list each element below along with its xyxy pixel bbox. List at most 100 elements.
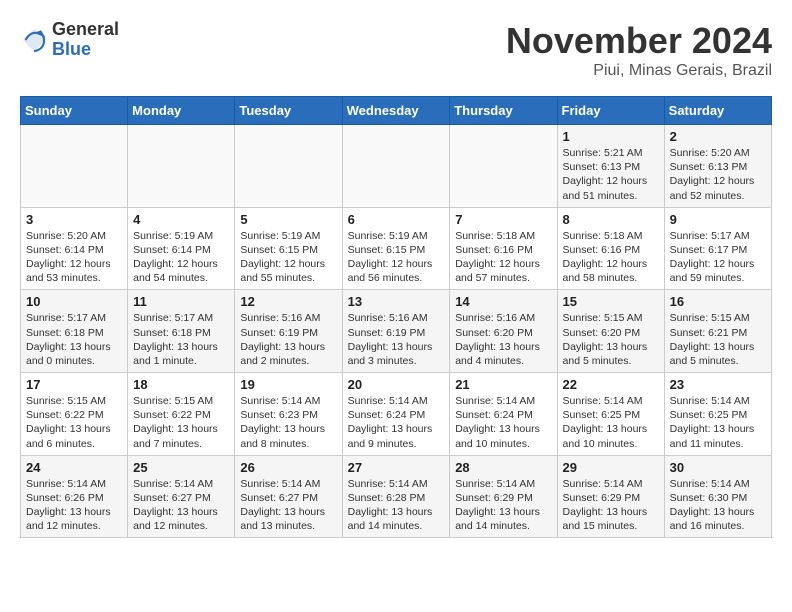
day-number: 25: [133, 460, 229, 475]
calendar-cell: 30 Sunrise: 5:14 AMSunset: 6:30 PMDayligh…: [664, 455, 771, 538]
day-number: 3: [26, 212, 122, 227]
calendar-cell: 16 Sunrise: 5:15 AMSunset: 6:21 PMDayligh…: [664, 290, 771, 373]
day-number: 9: [670, 212, 766, 227]
calendar-cell: [128, 125, 235, 208]
calendar-week-row: 17 Sunrise: 5:15 AMSunset: 6:22 PMDayligh…: [21, 373, 772, 456]
calendar-cell: 6Sunrise: 5:19 AMSunset: 6:15 PMDaylight…: [342, 207, 450, 290]
day-info: Sunrise: 5:14 AMSunset: 6:26 PMDaylight:…: [26, 477, 122, 534]
logo-icon: [20, 26, 48, 54]
calendar-cell: 29 Sunrise: 5:14 AMSunset: 6:29 PMDayligh…: [557, 455, 664, 538]
day-number: 23: [670, 377, 766, 392]
calendar-week-row: 10 Sunrise: 5:17 AMSunset: 6:18 PMDayligh…: [21, 290, 772, 373]
day-info: Sunrise: 5:15 AMSunset: 6:21 PMDaylight:…: [670, 311, 766, 368]
day-number: 18: [133, 377, 229, 392]
day-info: Sunrise: 5:14 AMSunset: 6:25 PMDaylight:…: [563, 394, 659, 451]
day-number: 7: [455, 212, 551, 227]
day-info: Sunrise: 5:18 AMSunset: 6:16 PMDaylight:…: [455, 229, 551, 286]
calendar-cell: 10 Sunrise: 5:17 AMSunset: 6:18 PMDayligh…: [21, 290, 128, 373]
day-number: 27: [348, 460, 445, 475]
day-info: Sunrise: 5:14 AMSunset: 6:25 PMDaylight:…: [670, 394, 766, 451]
day-info: Sunrise: 5:14 AMSunset: 6:27 PMDaylight:…: [133, 477, 229, 534]
calendar-cell: 2 Sunrise: 5:20 AMSunset: 6:13 PMDaylight…: [664, 125, 771, 208]
calendar-cell: 4 Sunrise: 5:19 AMSunset: 6:14 PMDaylight…: [128, 207, 235, 290]
calendar-cell: [21, 125, 128, 208]
day-number: 4: [133, 212, 229, 227]
weekday-header: Sunday: [21, 97, 128, 125]
day-number: 30: [670, 460, 766, 475]
logo-blue-text: Blue: [52, 40, 119, 60]
calendar-cell: [342, 125, 450, 208]
location: Piui, Minas Gerais, Brazil: [506, 62, 772, 80]
day-number: 12: [240, 294, 336, 309]
calendar-cell: 20Sunrise: 5:14 AMSunset: 6:24 PMDayligh…: [342, 373, 450, 456]
day-number: 1: [563, 129, 659, 144]
logo-text: General Blue: [52, 20, 119, 60]
day-info: Sunrise: 5:17 AMSunset: 6:18 PMDaylight:…: [133, 311, 229, 368]
day-number: 13: [348, 294, 445, 309]
day-info: Sunrise: 5:16 AMSunset: 6:20 PMDaylight:…: [455, 311, 551, 368]
calendar-cell: 22 Sunrise: 5:14 AMSunset: 6:25 PMDayligh…: [557, 373, 664, 456]
calendar-cell: [450, 125, 557, 208]
calendar-cell: 18 Sunrise: 5:15 AMSunset: 6:22 PMDayligh…: [128, 373, 235, 456]
day-number: 29: [563, 460, 659, 475]
weekday-header: Saturday: [664, 97, 771, 125]
calendar-cell: 1 Sunrise: 5:21 AMSunset: 6:13 PMDaylight…: [557, 125, 664, 208]
title-block: November 2024 Piui, Minas Gerais, Brazil: [506, 20, 772, 80]
calendar-cell: 21Sunrise: 5:14 AMSunset: 6:24 PMDayligh…: [450, 373, 557, 456]
day-info: Sunrise: 5:14 AMSunset: 6:23 PMDaylight:…: [240, 394, 336, 451]
day-number: 16: [670, 294, 766, 309]
calendar-cell: 12 Sunrise: 5:16 AMSunset: 6:19 PMDayligh…: [235, 290, 342, 373]
day-number: 22: [563, 377, 659, 392]
calendar-week-row: 3 Sunrise: 5:20 AMSunset: 6:14 PMDaylight…: [21, 207, 772, 290]
day-info: Sunrise: 5:17 AMSunset: 6:17 PMDaylight:…: [670, 229, 766, 286]
day-number: 21: [455, 377, 551, 392]
calendar-table: SundayMondayTuesdayWednesdayThursdayFrid…: [20, 96, 772, 538]
day-info: Sunrise: 5:15 AMSunset: 6:22 PMDaylight:…: [133, 394, 229, 451]
day-info: Sunrise: 5:14 AMSunset: 6:29 PMDaylight:…: [563, 477, 659, 534]
weekday-header: Monday: [128, 97, 235, 125]
day-number: 5: [240, 212, 336, 227]
calendar-cell: 7 Sunrise: 5:18 AMSunset: 6:16 PMDaylight…: [450, 207, 557, 290]
logo: General Blue: [20, 20, 119, 60]
day-number: 15: [563, 294, 659, 309]
calendar-cell: 26Sunrise: 5:14 AMSunset: 6:27 PMDayligh…: [235, 455, 342, 538]
day-info: Sunrise: 5:19 AMSunset: 6:15 PMDaylight:…: [240, 229, 336, 286]
day-number: 8: [563, 212, 659, 227]
day-info: Sunrise: 5:15 AMSunset: 6:20 PMDaylight:…: [563, 311, 659, 368]
calendar-cell: 11 Sunrise: 5:17 AMSunset: 6:18 PMDayligh…: [128, 290, 235, 373]
day-number: 10: [26, 294, 122, 309]
day-info: Sunrise: 5:14 AMSunset: 6:29 PMDaylight:…: [455, 477, 551, 534]
day-info: Sunrise: 5:21 AMSunset: 6:13 PMDaylight:…: [563, 146, 659, 203]
day-info: Sunrise: 5:20 AMSunset: 6:14 PMDaylight:…: [26, 229, 122, 286]
day-number: 6: [348, 212, 445, 227]
day-info: Sunrise: 5:18 AMSunset: 6:16 PMDaylight:…: [563, 229, 659, 286]
calendar-cell: [235, 125, 342, 208]
day-info: Sunrise: 5:14 AMSunset: 6:27 PMDaylight:…: [240, 477, 336, 534]
calendar-cell: 23 Sunrise: 5:14 AMSunset: 6:25 PMDayligh…: [664, 373, 771, 456]
day-number: 19: [240, 377, 336, 392]
calendar-cell: 9 Sunrise: 5:17 AMSunset: 6:17 PMDaylight…: [664, 207, 771, 290]
calendar-header-row: SundayMondayTuesdayWednesdayThursdayFrid…: [21, 97, 772, 125]
day-info: Sunrise: 5:14 AMSunset: 6:30 PMDaylight:…: [670, 477, 766, 534]
day-number: 28: [455, 460, 551, 475]
calendar-cell: 28 Sunrise: 5:14 AMSunset: 6:29 PMDayligh…: [450, 455, 557, 538]
day-info: Sunrise: 5:17 AMSunset: 6:18 PMDaylight:…: [26, 311, 122, 368]
day-number: 17: [26, 377, 122, 392]
month-title: November 2024: [506, 20, 772, 62]
calendar-cell: 27Sunrise: 5:14 AMSunset: 6:28 PMDayligh…: [342, 455, 450, 538]
day-number: 11: [133, 294, 229, 309]
calendar-cell: 13Sunrise: 5:16 AMSunset: 6:19 PMDayligh…: [342, 290, 450, 373]
weekday-header: Tuesday: [235, 97, 342, 125]
calendar-cell: 24Sunrise: 5:14 AMSunset: 6:26 PMDayligh…: [21, 455, 128, 538]
day-number: 2: [670, 129, 766, 144]
day-info: Sunrise: 5:19 AMSunset: 6:14 PMDaylight:…: [133, 229, 229, 286]
weekday-header: Wednesday: [342, 97, 450, 125]
calendar-cell: 14Sunrise: 5:16 AMSunset: 6:20 PMDayligh…: [450, 290, 557, 373]
day-info: Sunrise: 5:20 AMSunset: 6:13 PMDaylight:…: [670, 146, 766, 203]
calendar-week-row: 24Sunrise: 5:14 AMSunset: 6:26 PMDayligh…: [21, 455, 772, 538]
logo-general: General: [52, 20, 119, 40]
calendar-cell: 8 Sunrise: 5:18 AMSunset: 6:16 PMDaylight…: [557, 207, 664, 290]
calendar-cell: 19 Sunrise: 5:14 AMSunset: 6:23 PMDayligh…: [235, 373, 342, 456]
page-header: General Blue November 2024 Piui, Minas G…: [20, 20, 772, 80]
day-info: Sunrise: 5:16 AMSunset: 6:19 PMDaylight:…: [240, 311, 336, 368]
